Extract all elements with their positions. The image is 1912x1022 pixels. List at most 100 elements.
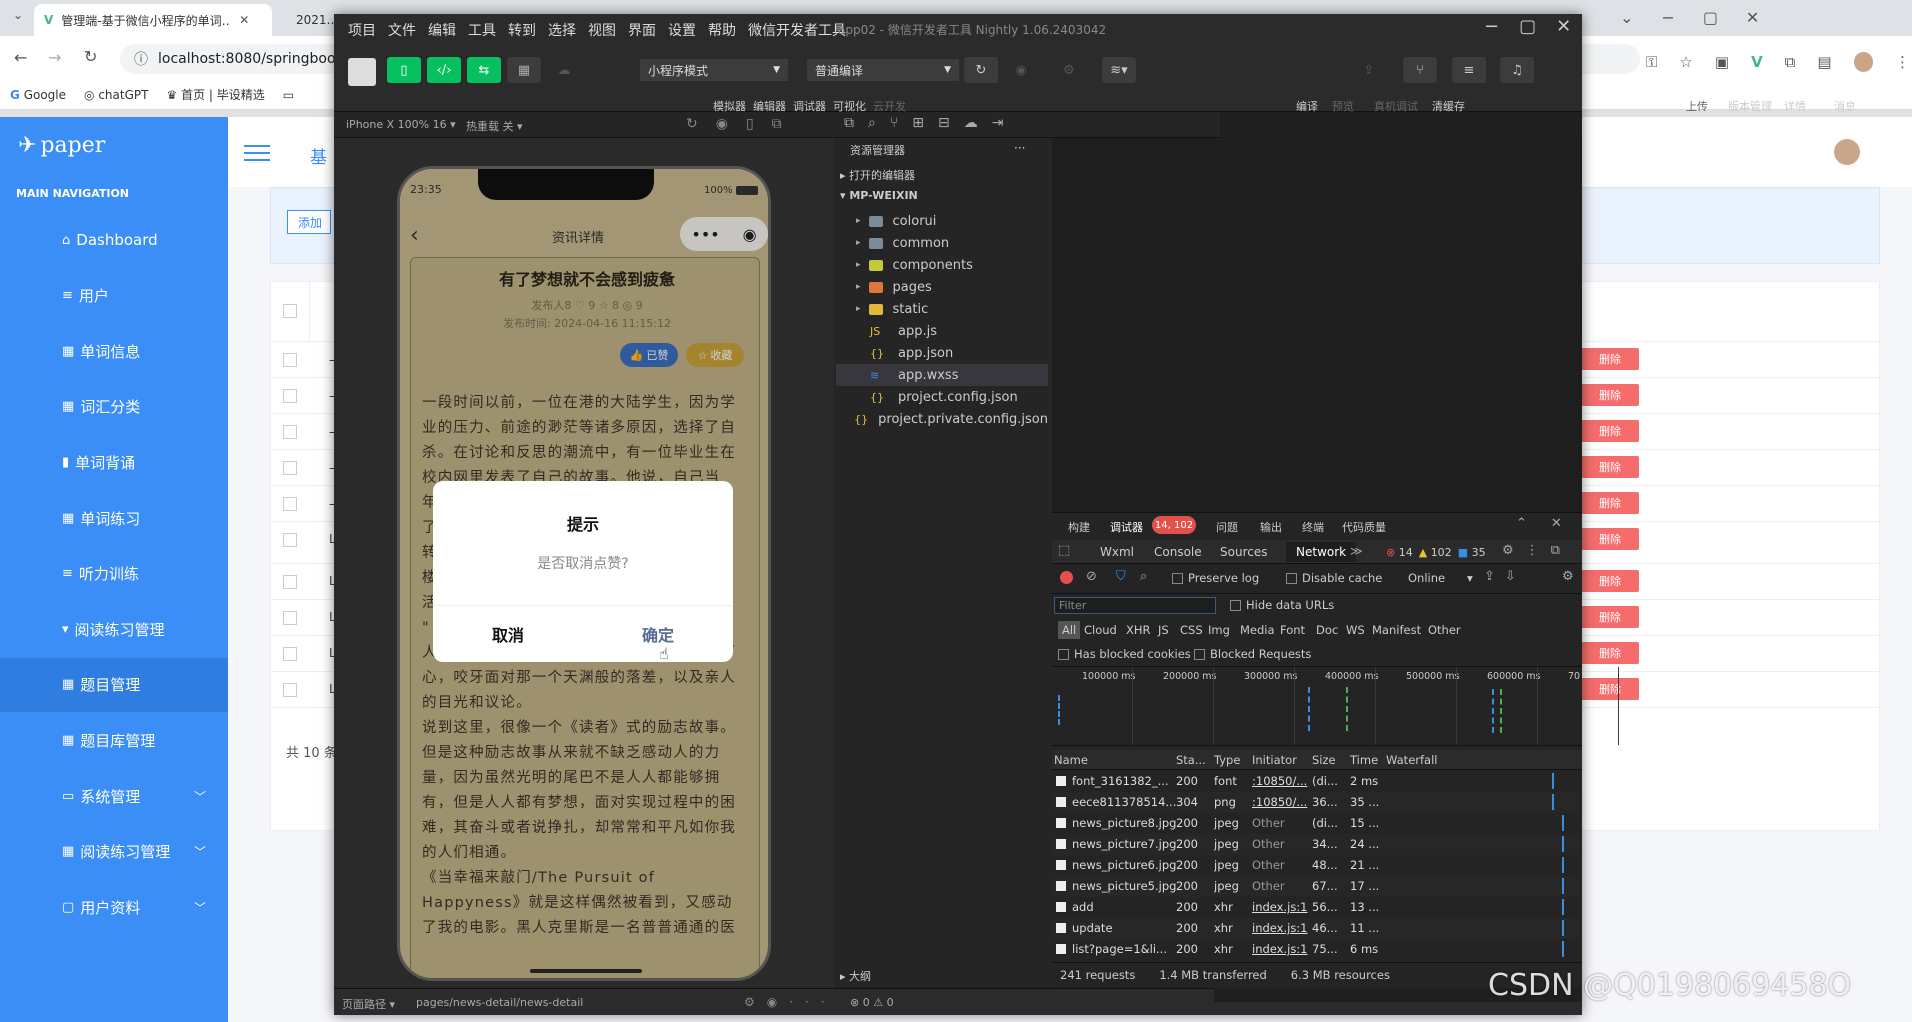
sidebar-item[interactable]: ▾ 阅读练习管理: [0, 602, 228, 656]
menu-item[interactable]: 文件: [388, 20, 416, 40]
devtools-tab[interactable]: Console: [1154, 545, 1202, 559]
issue-counts[interactable]: ⊗ 14 ▲ 102 ■ 35: [1386, 546, 1486, 559]
file-tree-item[interactable]: ▸ colorui: [836, 210, 1048, 232]
row-checkbox[interactable]: [283, 647, 297, 661]
sidebar-item[interactable]: ▦ 单词信息: [0, 324, 228, 378]
window-controls[interactable]: ⌄−▢✕: [1620, 8, 1787, 27]
delete-button[interactable]: 删除: [1581, 528, 1639, 550]
menu-item[interactable]: 设置: [668, 20, 696, 40]
menu-item[interactable]: 编辑: [428, 20, 456, 40]
details-icon[interactable]: ≡: [1452, 57, 1486, 83]
row-checkbox[interactable]: [283, 497, 297, 511]
delete-button[interactable]: 删除: [1581, 642, 1639, 664]
delete-button[interactable]: 删除: [1581, 384, 1639, 406]
filter-input[interactable]: Filter: [1054, 597, 1216, 614]
project-avatar[interactable]: [348, 58, 376, 86]
page-path-label[interactable]: 页面路径 ▾: [342, 996, 395, 1012]
disable-cache-checkbox[interactable]: [1286, 573, 1297, 584]
hamburger-icon[interactable]: [244, 145, 270, 161]
add-button[interactable]: 添加: [287, 210, 331, 234]
tab-list-icon[interactable]: ⌄: [8, 8, 28, 28]
type-filter[interactable]: Other: [1428, 623, 1461, 637]
forward-icon[interactable]: →: [48, 48, 61, 67]
menu-item[interactable]: 项目: [348, 20, 376, 40]
network-column-header[interactable]: Type: [1214, 753, 1240, 767]
settings-icon[interactable]: ⚙⋮⧉: [1502, 543, 1572, 558]
file-tree-item[interactable]: {} project.private.config.json: [836, 408, 1048, 430]
panel-controls[interactable]: ⌃✕: [1516, 516, 1586, 531]
panel-tab[interactable]: 调试器: [1110, 519, 1143, 535]
simulator-icon[interactable]: ▯: [387, 57, 421, 83]
filter-icon[interactable]: ⛉: [1116, 569, 1126, 584]
compile-select[interactable]: 普通编译 ▼: [807, 59, 959, 81]
row-checkbox[interactable]: [283, 683, 297, 697]
version-icon[interactable]: ⑂: [1403, 57, 1437, 83]
blocked-requests-checkbox[interactable]: [1194, 649, 1205, 660]
remote-debug-icon[interactable]: ⚙: [1052, 57, 1086, 83]
debugger-icon[interactable]: ⇆: [467, 57, 501, 83]
sidebar-item[interactable]: ▭ 系统管理 ﹀: [0, 769, 228, 823]
bell-icon[interactable]: ♫: [1500, 57, 1534, 83]
devtools-tab[interactable]: Wxml: [1100, 545, 1134, 559]
row-checkbox[interactable]: [283, 461, 297, 475]
bookmark-biye[interactable]: ♛ 首页 | 毕设精选: [166, 86, 264, 103]
type-filter[interactable]: Media: [1240, 623, 1275, 637]
inspect-icon[interactable]: ⬚: [1058, 543, 1070, 558]
panel-tab[interactable]: 问题: [1216, 519, 1238, 535]
row-checkbox[interactable]: [283, 575, 297, 589]
type-filter[interactable]: All: [1058, 621, 1081, 639]
file-tree-item[interactable]: JS app.js: [836, 320, 1048, 342]
menu-item[interactable]: 转到: [508, 20, 536, 40]
type-filter[interactable]: CSS: [1180, 623, 1203, 637]
delete-button[interactable]: 删除: [1581, 420, 1639, 442]
type-filter[interactable]: Doc: [1316, 623, 1338, 637]
file-tree-item[interactable]: ▸ static: [836, 298, 1048, 320]
browser-tab-admin[interactable]: V 管理端-基于微信小程序的单词… ✕: [34, 4, 272, 36]
menu-icon[interactable]: ⋮: [1895, 53, 1910, 71]
open-editors-section[interactable]: ▸ 打开的编辑器: [840, 167, 915, 183]
extension-icon[interactable]: ▣: [1715, 53, 1729, 71]
network-request-row[interactable]: add 200 xhr index.js:1 56... 13 ...: [1052, 897, 1580, 918]
network-column-header[interactable]: Name: [1054, 753, 1088, 767]
vue-devtools-icon[interactable]: V: [1751, 53, 1763, 71]
menu-item[interactable]: 界面: [628, 20, 656, 40]
sidepanel-icon[interactable]: ▤: [1817, 53, 1831, 71]
sidebar-item[interactable]: ≡ 听力训练: [0, 547, 228, 601]
row-checkbox[interactable]: [283, 353, 297, 367]
network-settings-icon[interactable]: ⚙: [1562, 569, 1574, 584]
blocked-cookies-checkbox[interactable]: [1058, 649, 1069, 660]
dialog-cancel-button[interactable]: 取消: [433, 606, 583, 662]
network-column-header[interactable]: Time: [1350, 753, 1378, 767]
panel-tab[interactable]: 代码质量: [1342, 519, 1386, 535]
row-checkbox[interactable]: [283, 425, 297, 439]
file-tree-item[interactable]: ≋ app.wxss: [836, 364, 1048, 386]
reload-icon[interactable]: ↻: [84, 47, 97, 66]
sidebar-item[interactable]: ≡ 用户: [0, 269, 228, 323]
key-icon[interactable]: ⚿: [1646, 53, 1657, 71]
sidebar-item[interactable]: ▢ 用户资料 ﹀: [0, 880, 228, 934]
browser-tab-2[interactable]: 2021…: [278, 4, 339, 36]
network-column-header[interactable]: Waterfall: [1386, 753, 1437, 767]
menu-item[interactable]: 帮助: [708, 20, 736, 40]
import-export-icons[interactable]: ⇪⇩: [1484, 569, 1526, 584]
status-icons[interactable]: ⚙◉···: [744, 995, 837, 1009]
close-icon[interactable]: ✕: [239, 13, 249, 27]
activity-icons[interactable]: ⧉⌕⑂⊞⊟☁⇥: [844, 115, 1017, 131]
panel-tab[interactable]: 输出: [1260, 519, 1282, 535]
row-checkbox[interactable]: [283, 611, 297, 625]
network-column-header[interactable]: Size: [1312, 753, 1336, 767]
sidebar-item[interactable]: ▦ 题目管理: [0, 657, 228, 712]
network-request-row[interactable]: font_3161382_... 200 font:10850/... (di... 2…: [1052, 771, 1580, 792]
mode-select[interactable]: 小程序模式 ▼: [640, 59, 788, 81]
visual-icon[interactable]: ▦: [507, 57, 541, 83]
upload-icon[interactable]: ⇪: [1352, 57, 1386, 83]
sidebar-item[interactable]: ▦ 词汇分类: [0, 380, 228, 434]
hot-reload-select[interactable]: 热重载 关 ▾: [466, 118, 523, 134]
puzzle-icon[interactable]: ⧉: [1785, 53, 1796, 71]
devtools-window-controls[interactable]: −▢✕: [1484, 16, 1591, 37]
profile-avatar[interactable]: [1853, 52, 1873, 72]
user-avatar[interactable]: [1834, 139, 1860, 165]
file-tree-item[interactable]: ▸ common: [836, 232, 1048, 254]
record-icon[interactable]: [1060, 571, 1073, 584]
network-request-row[interactable]: list?page=1&li... 200 xhr index.js:1 75... 6 …: [1052, 939, 1580, 960]
